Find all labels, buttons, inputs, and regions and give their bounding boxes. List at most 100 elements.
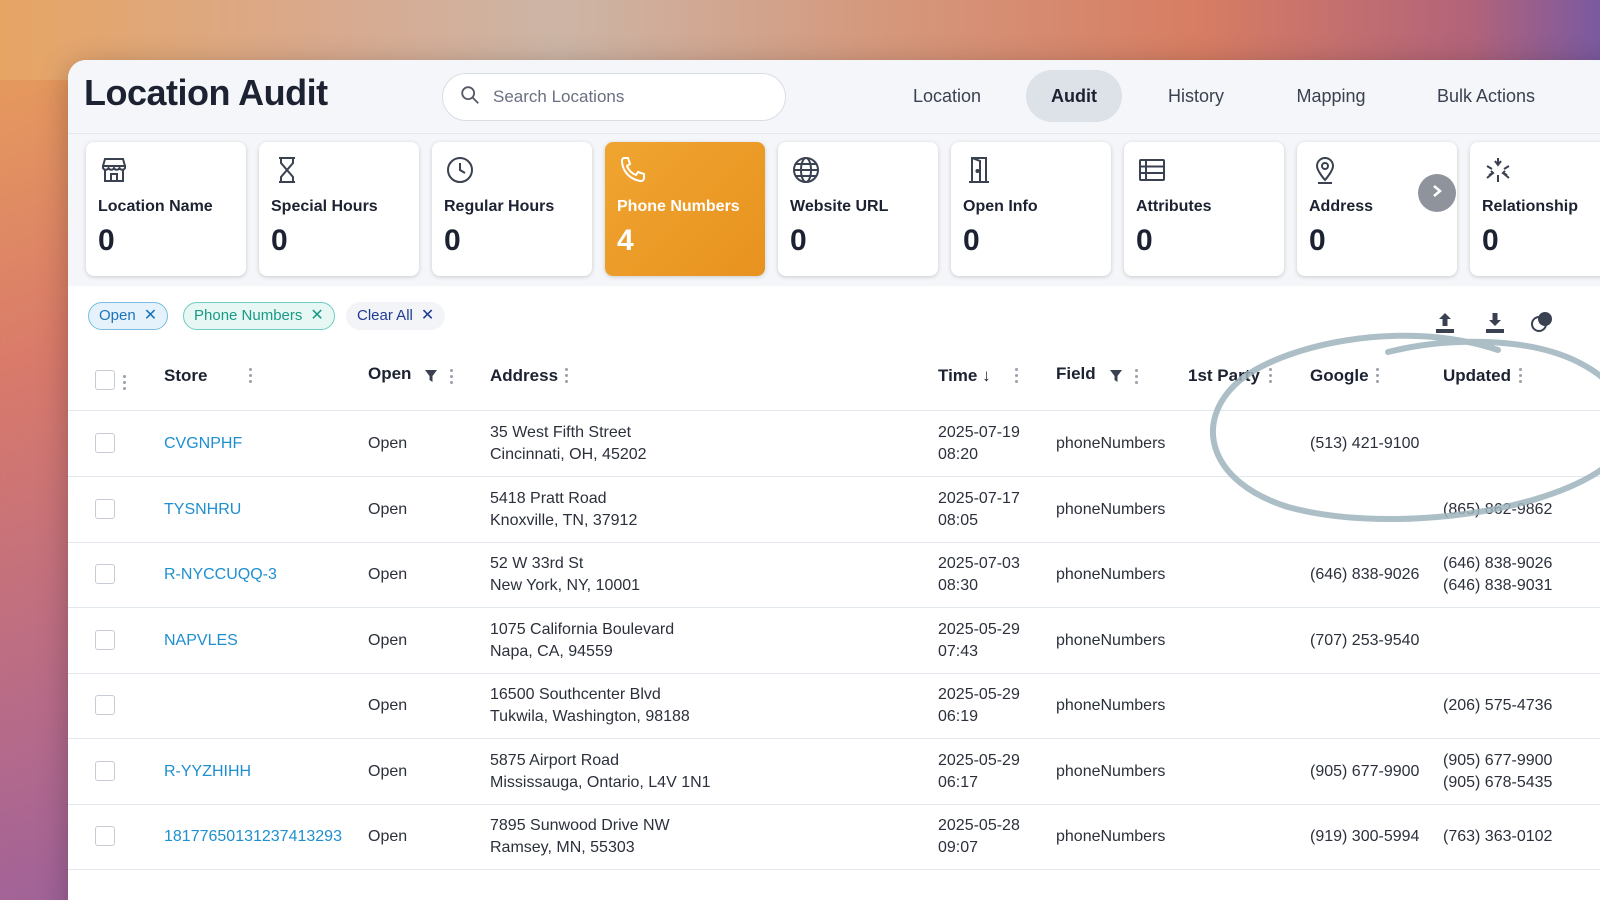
- settings-icon[interactable]: [1528, 310, 1554, 336]
- row-checkbox[interactable]: [95, 695, 115, 715]
- audit-category-cards: Location Name 0 Special Hours 0 Regular …: [68, 134, 1600, 286]
- open-status: Open: [368, 631, 408, 649]
- column-menu-icon[interactable]: [1519, 368, 1523, 386]
- card-label: Website URL: [790, 198, 889, 215]
- tab-history[interactable]: History: [1146, 70, 1246, 122]
- address-line1: 52 W 33rd St: [490, 555, 584, 572]
- column-menu-icon[interactable]: [249, 368, 253, 386]
- card-special-hours[interactable]: Special Hours 0: [259, 142, 419, 276]
- column-header-updated[interactable]: Updated: [1443, 366, 1511, 386]
- list-icon: [1136, 154, 1168, 186]
- store-link[interactable]: TYSNHRU: [164, 499, 241, 521]
- address-line1: 1075 California Boulevard: [490, 620, 675, 638]
- column-menu-icon[interactable]: [450, 369, 454, 387]
- column-menu-icon[interactable]: [123, 375, 127, 393]
- close-icon[interactable]: ✕: [310, 307, 323, 324]
- column-header-first-party[interactable]: 1st Party: [1188, 366, 1260, 386]
- updated-value: (865) 862-9862: [1443, 500, 1553, 518]
- page-title: Location Audit: [84, 72, 328, 113]
- open-status: Open: [368, 566, 408, 583]
- card-open-info[interactable]: Open Info 0: [951, 142, 1111, 276]
- card-relationship[interactable]: Relationship 0: [1470, 142, 1600, 276]
- time-date: 2025-05-29: [938, 620, 1020, 638]
- filter-chip-open[interactable]: Open ✕: [88, 302, 169, 330]
- time-date: 2025-07-03: [938, 555, 1020, 572]
- table-row[interactable]: R-YYZHIHH Open 5875 Airport Road Mississaug…: [68, 739, 1600, 805]
- upload-icon[interactable]: [1432, 310, 1458, 336]
- google-value: (707) 253-9540: [1310, 631, 1420, 649]
- time-clock: 08:20: [938, 446, 979, 463]
- filter-icon[interactable]: [424, 369, 438, 383]
- address-line2: Ramsey, MN, 55303: [490, 839, 635, 856]
- row-checkbox[interactable]: [95, 498, 115, 519]
- tab-mapping[interactable]: Mapping: [1276, 70, 1386, 122]
- card-phone-numbers[interactable]: Phone Numbers 4: [605, 142, 765, 276]
- row-checkbox[interactable]: [95, 826, 115, 846]
- store-link[interactable]: CVGNPHF: [164, 433, 242, 455]
- card-count: 0: [1482, 224, 1499, 257]
- filter-chip-phone-numbers[interactable]: Phone Numbers ✕: [183, 302, 335, 330]
- select-all-checkbox[interactable]: [95, 370, 115, 390]
- row-checkbox[interactable]: [95, 564, 115, 584]
- address-line1: 5418 Pratt Road: [490, 489, 607, 507]
- column-menu-icon[interactable]: [565, 368, 569, 386]
- table-row[interactable]: R-NYCCUQQ-3 Open 52 W 33rd St New York, NY,…: [68, 542, 1600, 608]
- updated-value: (905) 677-9900: [1443, 751, 1553, 769]
- table-row[interactable]: Open 16500 Southcenter Blvd Tukwila, Washi…: [68, 673, 1600, 739]
- store-link[interactable]: R-NYCCUQQ-3: [164, 564, 277, 586]
- tab-bulk-actions[interactable]: Bulk Actions: [1416, 70, 1556, 122]
- column-header-address[interactable]: Address: [490, 366, 558, 386]
- address-line2: Tukwila, Washington, 98188: [490, 708, 690, 725]
- card-label: Regular Hours: [444, 198, 555, 215]
- search-bar[interactable]: [442, 73, 786, 121]
- column-header-time[interactable]: Time ↓: [938, 366, 991, 386]
- column-menu-icon[interactable]: [1269, 368, 1273, 386]
- column-menu-icon[interactable]: [1376, 368, 1380, 386]
- column-header-store[interactable]: Store: [164, 366, 207, 386]
- tab-location[interactable]: Location: [894, 70, 1000, 122]
- column-header-open[interactable]: Open: [368, 364, 411, 384]
- download-icon[interactable]: [1482, 310, 1508, 336]
- cards-next-button[interactable]: [1418, 174, 1456, 212]
- clear-all-button[interactable]: Clear All ✕: [346, 302, 446, 330]
- table-row[interactable]: CVGNPHF Open 35 West Fifth Street Cincinnat…: [68, 411, 1600, 477]
- updated-value-2: (905) 678-5435: [1443, 773, 1553, 791]
- card-regular-hours[interactable]: Regular Hours 0: [432, 142, 592, 276]
- column-menu-icon[interactable]: [1015, 368, 1019, 386]
- search-input[interactable]: [493, 87, 743, 107]
- time-date: 2025-07-17: [938, 489, 1020, 507]
- store-link[interactable]: NAPVLES: [164, 630, 238, 652]
- card-location-name[interactable]: Location Name 0: [86, 142, 246, 276]
- card-website-url[interactable]: Website URL 0: [778, 142, 938, 276]
- card-count: 0: [271, 224, 288, 257]
- address-line2: Napa, CA, 94559: [490, 642, 613, 660]
- store-link[interactable]: 18177650131237413293: [164, 826, 342, 848]
- close-icon[interactable]: ✕: [421, 307, 434, 324]
- chip-label: Open: [99, 307, 136, 324]
- row-checkbox[interactable]: [95, 433, 115, 453]
- table-row[interactable]: 18177650131237413293 Open 7895 Sunwood Dri…: [68, 804, 1600, 870]
- close-icon[interactable]: ✕: [144, 307, 157, 324]
- chip-label: Phone Numbers: [194, 307, 303, 324]
- table-row[interactable]: NAPVLES Open 1075 California Boulevard Napa…: [68, 608, 1600, 674]
- store-link[interactable]: R-YYZHIHH: [164, 761, 251, 783]
- card-count: 0: [98, 224, 115, 257]
- globe-icon: [790, 154, 822, 186]
- field-value: phoneNumbers: [1056, 762, 1166, 780]
- address-line1: 5875 Airport Road: [490, 751, 619, 769]
- tab-audit[interactable]: Audit: [1026, 70, 1122, 122]
- column-header-field[interactable]: Field: [1056, 364, 1096, 384]
- card-label: Location Name: [98, 198, 213, 215]
- time-clock: 06:17: [938, 773, 979, 791]
- filter-icon[interactable]: [1109, 369, 1123, 383]
- column-header-google[interactable]: Google: [1310, 366, 1369, 386]
- row-checkbox[interactable]: [95, 629, 115, 650]
- row-checkbox[interactable]: [95, 760, 115, 781]
- card-count: 0: [1136, 224, 1153, 257]
- table-row[interactable]: TYSNHRU Open 5418 Pratt Road Knoxville, TN,…: [68, 477, 1600, 543]
- time-date: 2025-05-28: [938, 817, 1020, 834]
- column-menu-icon[interactable]: [1135, 369, 1139, 387]
- open-status: Open: [368, 500, 408, 518]
- card-attributes[interactable]: Attributes 0: [1124, 142, 1284, 276]
- field-value: phoneNumbers: [1056, 435, 1166, 452]
